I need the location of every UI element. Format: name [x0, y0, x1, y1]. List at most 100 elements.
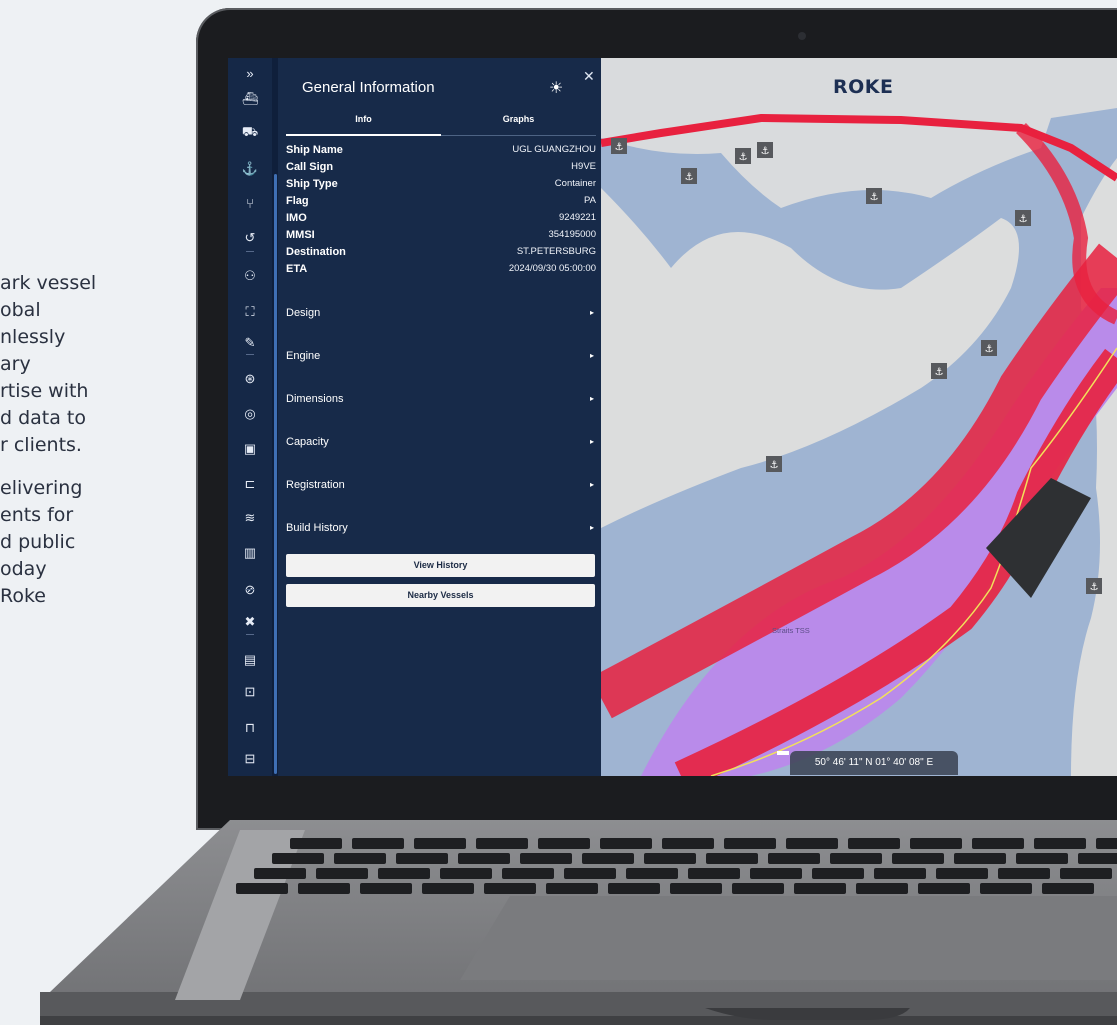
anchor-pin-icon[interactable]: ⚓: [1086, 578, 1102, 594]
satellite-icon[interactable]: ⊛: [228, 368, 272, 390]
sidebar-divider: [246, 354, 254, 355]
app-screen: » ⛴ ⛟ ⚓ ⑂ ↺ ⚇ ⛶ ✎ ⊛ ◎ ▣ ⊏ ≋ ▥ ⊘ ✖ ▤ ⊡ ⊓ ⊟ General Informatio…: [228, 58, 1117, 776]
keyboard-key: [440, 868, 492, 879]
svg-text:⚓: ⚓: [985, 344, 994, 355]
section-label: Build History: [286, 522, 348, 534]
section-capacity[interactable]: Capacity ▸: [286, 436, 596, 448]
history-icon[interactable]: ↺: [228, 227, 272, 249]
field-value: H9VE: [571, 161, 596, 172]
vessel-marker[interactable]: [777, 751, 789, 755]
nearby-vessels-button[interactable]: Nearby Vessels: [286, 584, 595, 607]
keyboard-key: [626, 868, 678, 879]
anchor-pin-icon[interactable]: ⚓: [611, 138, 627, 154]
tools-icon[interactable]: ✖: [228, 611, 272, 633]
svg-text:⚓: ⚓: [1090, 582, 1099, 593]
tab-graphs[interactable]: Graphs: [441, 114, 596, 136]
scrollbar-thumb[interactable]: [274, 174, 277, 774]
section-design[interactable]: Design ▸: [286, 307, 596, 319]
keyboard-key: [910, 838, 962, 849]
document-icon[interactable]: ▤: [228, 649, 272, 671]
anchor-pin-icon[interactable]: ⚓: [931, 363, 947, 379]
section-build-history[interactable]: Build History ▸: [286, 522, 596, 534]
section-dimensions[interactable]: Dimensions ▸: [286, 393, 596, 405]
anchor-pin-icon[interactable]: ⚓: [681, 168, 697, 184]
field-label: Call Sign: [286, 161, 334, 173]
chevron-right-icon: ▸: [589, 523, 594, 532]
ship-icon[interactable]: ⛟: [228, 122, 272, 144]
anchor-pin-icon[interactable]: ⚓: [757, 142, 773, 158]
marketing-line: d public: [0, 531, 76, 553]
keyboard-key: [732, 883, 784, 894]
keyboard-key: [272, 853, 324, 864]
keyboard-key: [644, 853, 696, 864]
map-canvas[interactable]: ⚓ ⚓ ⚓ ⚓ ⚓ ⚓ ⚓ ⚓ ⚓ ⚓: [601, 58, 1117, 776]
anchor-icon[interactable]: ⚓: [228, 158, 272, 180]
anchor-pin-icon[interactable]: ⚓: [981, 340, 997, 356]
field-row: ETA 2024/09/30 05:00:00: [286, 263, 596, 279]
section-label: Registration: [286, 479, 345, 491]
keyboard-key: [1034, 838, 1086, 849]
keyboard-key: [724, 838, 776, 849]
field-row: Destination ST.PETERSBURG: [286, 246, 596, 262]
panel-title: General Information: [302, 79, 435, 96]
anchor-pin-icon[interactable]: ⚓: [866, 188, 882, 204]
keyboard-key: [422, 883, 474, 894]
route-split-icon[interactable]: ⑂: [228, 192, 272, 214]
anchor-pin-icon[interactable]: ⚓: [766, 456, 782, 472]
area-label: Straits TSS: [772, 626, 810, 635]
keyboard-key: [1078, 853, 1117, 864]
keyboard-key: [812, 868, 864, 879]
keyboard-key: [582, 853, 634, 864]
keyboard-key: [1042, 883, 1094, 894]
theme-toggle-icon[interactable]: ☀: [549, 78, 563, 98]
view-history-button[interactable]: View History: [286, 554, 595, 577]
field-label: Destination: [286, 246, 346, 258]
people-icon[interactable]: ⚇: [228, 265, 272, 287]
keyboard-key: [546, 883, 598, 894]
svg-text:⚓: ⚓: [935, 367, 944, 378]
marketing-paragraph-1: ark vessel obal nlessly ary rtise with d…: [0, 270, 170, 459]
cast-icon[interactable]: ⊏: [228, 473, 272, 495]
keyboard-key: [936, 868, 988, 879]
radar-search-icon[interactable]: ◎: [228, 403, 272, 425]
svg-text:⚓: ⚓: [739, 152, 748, 163]
marketing-line: Roke: [0, 585, 46, 607]
marketing-line: ary: [0, 353, 31, 375]
keyboard-key: [892, 853, 944, 864]
keyboard-key: [520, 853, 572, 864]
waves-icon[interactable]: ≋: [228, 507, 272, 529]
section-registration[interactable]: Registration ▸: [286, 479, 596, 491]
keyboard-key: [874, 868, 926, 879]
ship-front-icon[interactable]: ⛴: [228, 88, 272, 110]
chevron-right-icon: ▸: [589, 351, 594, 360]
keyboard-key: [670, 883, 722, 894]
pencil-icon[interactable]: ✎: [228, 332, 272, 354]
field-value: 2024/09/30 05:00:00: [508, 263, 596, 274]
map-view[interactable]: ⚓ ⚓ ⚓ ⚓ ⚓ ⚓ ⚓ ⚓ ⚓ ⚓ ROKE Straits TSS 50° 46' 11" …: [601, 58, 1117, 776]
image-icon[interactable]: ▣: [228, 438, 272, 460]
save-icon[interactable]: ⊡: [228, 681, 272, 703]
marketing-line: r clients.: [0, 434, 82, 456]
general-info-panel: General Information ☀ ✕ Info Graphs Ship…: [278, 58, 601, 776]
field-label: Flag: [286, 195, 309, 207]
marketing-copy: ark vessel obal nlessly ary rtise with d…: [0, 270, 170, 626]
tab-info[interactable]: Info: [286, 114, 441, 136]
field-label: Ship Type: [286, 178, 338, 190]
map-icon[interactable]: ▥: [228, 542, 272, 564]
keyboard-key: [476, 838, 528, 849]
sidebar-rail: » ⛴ ⛟ ⚓ ⑂ ↺ ⚇ ⛶ ✎ ⊛ ◎ ▣ ⊏ ≋ ▥ ⊘ ✖ ▤ ⊡ ⊓ ⊟: [228, 58, 272, 776]
close-icon[interactable]: ✕: [583, 68, 595, 85]
section-engine[interactable]: Engine ▸: [286, 350, 596, 362]
compass-icon[interactable]: ⊘: [228, 579, 272, 601]
keyboard-key: [290, 838, 342, 849]
feedback-icon[interactable]: ⊟: [228, 748, 272, 770]
fullscreen-icon[interactable]: ⛶: [228, 301, 272, 323]
lock-icon[interactable]: ⊓: [228, 717, 272, 739]
field-row: Flag PA: [286, 195, 596, 211]
keyboard-key: [918, 883, 970, 894]
anchor-pin-icon[interactable]: ⚓: [1015, 210, 1031, 226]
expand-chevrons-icon[interactable]: »: [228, 62, 272, 84]
cursor-coordinates: 50° 46' 11" N 01° 40' 08" E: [790, 751, 958, 775]
anchor-pin-icon[interactable]: ⚓: [735, 148, 751, 164]
svg-text:⚓: ⚓: [770, 460, 779, 471]
